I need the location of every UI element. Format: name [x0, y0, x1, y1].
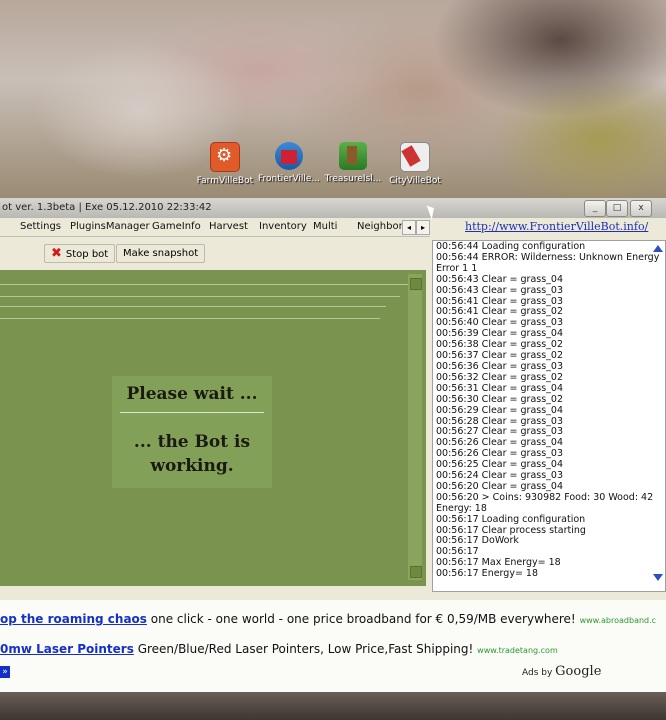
log-line: 00:56:43 Clear = grass_03 — [436, 284, 564, 296]
ad-title-link[interactable]: op the roaming chaos — [0, 612, 147, 626]
wait-message: Please wait ... — [126, 384, 258, 404]
divider — [120, 412, 264, 413]
shortcut-label: CityVilleBot — [389, 176, 441, 186]
title-bar[interactable]: ot ver. 1.3beta | Exe 05.12.2010 22:33:4… — [0, 198, 666, 220]
divider — [0, 296, 400, 297]
log-line: 00:56:43 Clear = grass_04 — [436, 273, 564, 285]
globe-icon — [275, 142, 303, 170]
ads-by-google-link[interactable]: Ads by Google — [522, 664, 601, 679]
ad-item: op the roaming chaos one click - one wor… — [0, 612, 656, 626]
minimize-button[interactable]: _ — [584, 200, 606, 217]
ad-text: Green/Blue/Red Laser Pointers, Low Price… — [133, 642, 474, 656]
desktop-bottom-edge — [0, 692, 666, 720]
google-logo: Google — [555, 664, 602, 679]
ad-next-arrow-icon[interactable]: » — [0, 666, 10, 678]
log-list: 00:56:44 Loading configuration 00:56:44 E… — [433, 241, 665, 580]
scroll-up-arrow-icon[interactable] — [653, 245, 663, 252]
shortcut-label: FarmVilleBot — [196, 176, 254, 186]
log-line: 00:56:17 Loading configuration — [436, 513, 586, 525]
tab-harvest[interactable]: Harvest — [209, 221, 248, 232]
gear-icon — [210, 142, 240, 172]
close-button[interactable]: x — [630, 200, 652, 217]
tab-scroll-right-button[interactable]: ▸ — [416, 220, 430, 235]
make-snapshot-button[interactable]: Make snapshot — [116, 244, 206, 263]
tab-settings[interactable]: Settings — [20, 221, 61, 232]
tab-multi[interactable]: Multi — [313, 221, 337, 232]
log-line: 00:56:29 Clear = grass_04 — [436, 404, 564, 416]
farmvillebot-shortcut[interactable]: FarmVilleBot — [190, 142, 260, 186]
divider — [0, 306, 386, 307]
toolbar: ✖ Stop bot Make snapshot — [0, 238, 430, 264]
game-view: Please wait ... ... the Bot is working. — [0, 270, 426, 586]
frontiervillebot-shortcut[interactable]: FrontierVille... — [254, 142, 324, 184]
scroll-down-arrow-icon[interactable] — [653, 574, 663, 581]
log-line: 00:56:30 Clear = grass_02 — [436, 393, 564, 405]
tab-scroll-arrows: ◂ ▸ — [402, 220, 430, 235]
log-line: 00:56:17 Energy= 18 — [436, 568, 539, 580]
working-message: ... the Bot is working. — [112, 430, 272, 478]
citybillebot-shortcut[interactable]: CityVilleBot — [380, 142, 450, 186]
ad-url[interactable]: www.abroadband.c — [580, 616, 656, 625]
stop-bot-button[interactable]: ✖ Stop bot — [44, 244, 116, 263]
treasureislebot-shortcut[interactable]: TreasureIsl... — [318, 142, 388, 184]
ad-item: 0mw Laser Pointers Green/Blue/Red Laser … — [0, 642, 558, 656]
ads-by-label: Ads by — [522, 668, 556, 678]
city-icon — [400, 142, 430, 172]
tab-bar: Settings PluginsManager GameInfo Harvest… — [0, 218, 430, 237]
working-line: working. — [150, 456, 234, 476]
desktop-wallpaper: FarmVilleBot FrontierVille... TreasureIs… — [0, 0, 666, 200]
window-title: ot ver. 1.3beta | Exe 05.12.2010 22:33:4… — [2, 202, 212, 213]
scroll-down-icon[interactable] — [410, 566, 422, 578]
ad-url[interactable]: www.tradetang.com — [477, 646, 558, 655]
website-link[interactable]: http://www.FrontierVilleBot.info/ — [465, 220, 648, 233]
shortcut-label: TreasureIsl... — [324, 174, 382, 184]
tab-neighbors[interactable]: Neighbors — [357, 221, 408, 232]
stop-x-icon: ✖ — [51, 246, 62, 261]
divider — [0, 284, 408, 285]
ad-title-link[interactable]: 0mw Laser Pointers — [0, 642, 134, 656]
please-wait-banner: Please wait ... ... the Bot is working. — [112, 376, 272, 488]
working-line: ... the Bot is — [133, 432, 251, 452]
tab-pluginsmanager[interactable]: PluginsManager — [70, 221, 150, 232]
maximize-button[interactable]: □ — [606, 200, 628, 217]
log-panel[interactable]: 00:56:44 Loading configuration 00:56:44 E… — [432, 240, 666, 592]
tab-inventory[interactable]: Inventory — [259, 221, 307, 232]
tab-scroll-left-button[interactable]: ◂ — [402, 220, 416, 235]
divider — [0, 318, 380, 319]
island-icon — [339, 142, 367, 170]
shortcut-label: FrontierVille... — [257, 174, 321, 184]
log-scrollbar[interactable] — [653, 243, 663, 583]
ad-banner: op the roaming chaos one click - one wor… — [0, 600, 666, 692]
game-scrollbar[interactable] — [408, 274, 422, 580]
bot-window: ot ver. 1.3beta | Exe 05.12.2010 22:33:4… — [0, 198, 666, 600]
scroll-up-icon[interactable] — [410, 278, 422, 290]
ad-text: one click - one world - one price broadb… — [146, 612, 576, 626]
tab-gameinfo[interactable]: GameInfo — [152, 221, 201, 232]
stop-bot-label: Stop bot — [65, 249, 109, 260]
